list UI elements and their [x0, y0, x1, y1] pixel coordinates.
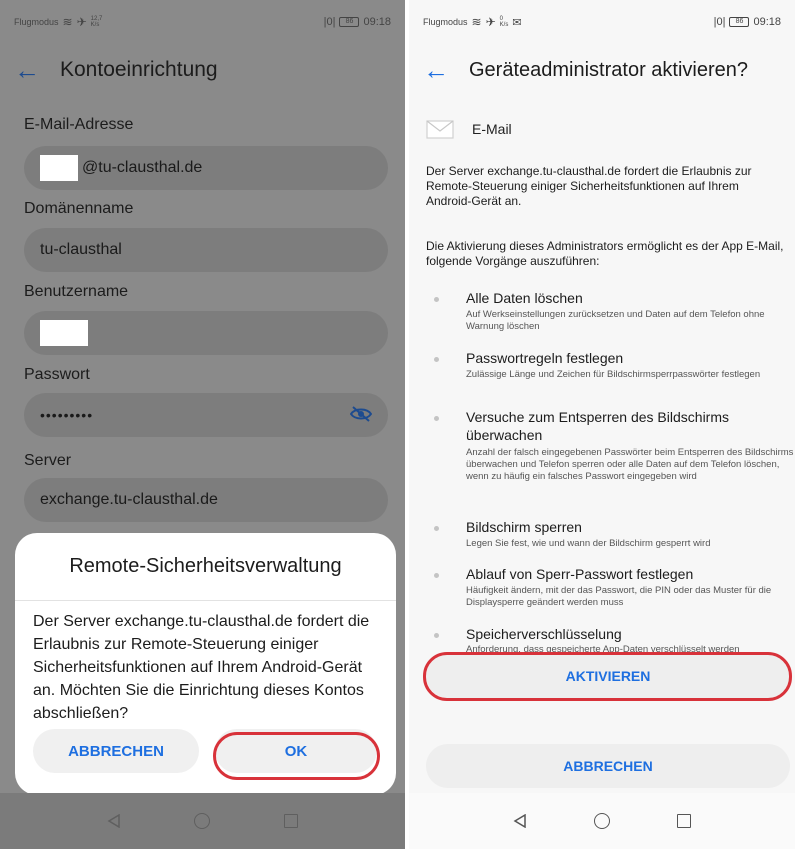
nav-back-icon[interactable]	[513, 814, 527, 828]
battery-icon: 86	[339, 17, 360, 27]
email-label: E-Mail-Adresse	[24, 116, 134, 133]
permission-title: Speicherverschlüsselung	[466, 626, 622, 642]
cancel-button[interactable]: ABBRECHEN	[426, 744, 790, 788]
redacted-block	[40, 320, 88, 346]
airplane-icon: ✈	[76, 15, 87, 29]
back-arrow-icon[interactable]: ←	[423, 57, 457, 83]
permission-title: Bildschirm sperren	[466, 519, 582, 535]
server-field[interactable]: exchange.tu-clausthal.de	[24, 478, 388, 522]
password-field[interactable]: •••••••••	[24, 393, 388, 437]
nav-home-icon[interactable]	[194, 813, 211, 829]
battery-icon: 86	[729, 17, 750, 27]
cancel-button[interactable]: ABBRECHEN	[33, 729, 199, 773]
remote-security-dialog: Remote-Sicherheitsverwaltung Der Server …	[15, 533, 396, 795]
app-header: E-Mail	[426, 118, 512, 140]
intro-text-2: Die Aktivierung dieses Administrators er…	[426, 239, 784, 268]
airplane-mode-text: Flugmodus	[423, 17, 468, 27]
app-bar: ← Kontoeinrichtung	[0, 44, 405, 96]
status-bar: Flugmodus ≋ ✈ 12,7 K/s |0| 86 09:18	[0, 0, 405, 44]
navigation-bar	[409, 793, 795, 849]
network-speed-unit: K/s	[499, 22, 509, 28]
permission-description: Auf Werkseinstellungen zurücksetzen und …	[466, 309, 765, 332]
wifi-icon: ≋	[62, 15, 73, 29]
permission-description: Anzahl der falsch eingegebenen Passwörte…	[466, 447, 794, 482]
dialog-title: Remote-Sicherheitsverwaltung	[69, 555, 342, 577]
domain-label: Domänenname	[24, 200, 134, 217]
mail-notification-icon: ✉	[512, 16, 522, 29]
vibrate-icon: |0|	[713, 16, 726, 28]
back-arrow-icon[interactable]: ←	[14, 57, 48, 83]
clock: 09:18	[753, 16, 781, 28]
permission-description: Häufigkeit ändern, mit der das Passwort,…	[466, 585, 772, 608]
email-value: @tu-clausthal.de	[82, 159, 203, 176]
device-admin-screen: Flugmodus ≋ ✈ 0 K/s ✉ |0| 86 09:18 ← Gerä…	[409, 0, 795, 849]
permission-title: Versuche zum Entsperren des Bildschirms …	[466, 409, 729, 443]
permission-description: Zulässige Länge und Zeichen für Bildschi…	[466, 369, 761, 380]
bullet-icon	[434, 573, 439, 578]
eye-off-icon[interactable]	[350, 405, 372, 423]
page-title: Kontoeinrichtung	[60, 58, 218, 81]
airplane-icon: ✈	[485, 15, 496, 29]
permission-title: Passwortregeln festlegen	[466, 350, 624, 366]
bullet-icon	[434, 357, 439, 362]
bullet-icon	[434, 297, 439, 302]
email-field[interactable]: @tu-clausthal.de	[24, 146, 388, 190]
dialog-message: Der Server exchange.tu-clausthal.de ford…	[33, 613, 370, 722]
wifi-icon: ≋	[471, 15, 482, 29]
app-bar: ← Geräteadministrator aktivieren?	[409, 44, 795, 96]
mail-icon	[426, 120, 454, 139]
nav-recent-apps-icon[interactable]	[284, 814, 299, 828]
dialog-divider	[15, 600, 396, 601]
bullet-icon	[434, 416, 439, 421]
nav-back-icon[interactable]	[107, 814, 121, 828]
ok-button[interactable]: OK	[215, 729, 377, 773]
airplane-mode-text: Flugmodus	[14, 17, 59, 27]
page-title: Geräteadministrator aktivieren?	[469, 58, 749, 81]
redacted-block	[40, 155, 78, 181]
bullet-icon	[434, 633, 439, 638]
domain-value: tu-clausthal	[40, 241, 122, 258]
nav-home-icon[interactable]	[593, 813, 610, 829]
intro-text: Der Server exchange.tu-clausthal.de ford…	[426, 164, 752, 208]
domain-field[interactable]: tu-clausthal	[24, 228, 388, 272]
username-field[interactable]	[24, 311, 388, 355]
activate-button[interactable]: AKTIVIEREN	[426, 654, 790, 698]
username-label: Benutzername	[24, 283, 129, 300]
server-value: exchange.tu-clausthal.de	[40, 491, 218, 508]
clock: 09:18	[363, 16, 391, 28]
network-speed-unit: K/s	[90, 22, 100, 28]
status-bar: Flugmodus ≋ ✈ 0 K/s ✉ |0| 86 09:18	[409, 0, 795, 44]
permission-title: Ablauf von Sperr-Passwort festlegen	[466, 566, 694, 582]
navigation-bar	[0, 793, 405, 849]
nav-recent-apps-icon[interactable]	[677, 814, 692, 828]
password-value: •••••••••	[40, 407, 94, 423]
permission-description: Legen Sie fest, wie und wann der Bildsch…	[466, 538, 711, 549]
vibrate-icon: |0|	[323, 16, 336, 28]
account-setup-screen: Flugmodus ≋ ✈ 12,7 K/s |0| 86 09:18 ← Kon…	[0, 0, 405, 849]
app-name: E-Mail	[472, 121, 512, 137]
permission-title: Alle Daten löschen	[466, 290, 583, 306]
server-label: Server	[24, 452, 72, 469]
bullet-icon	[434, 526, 439, 531]
password-label: Passwort	[24, 366, 90, 383]
